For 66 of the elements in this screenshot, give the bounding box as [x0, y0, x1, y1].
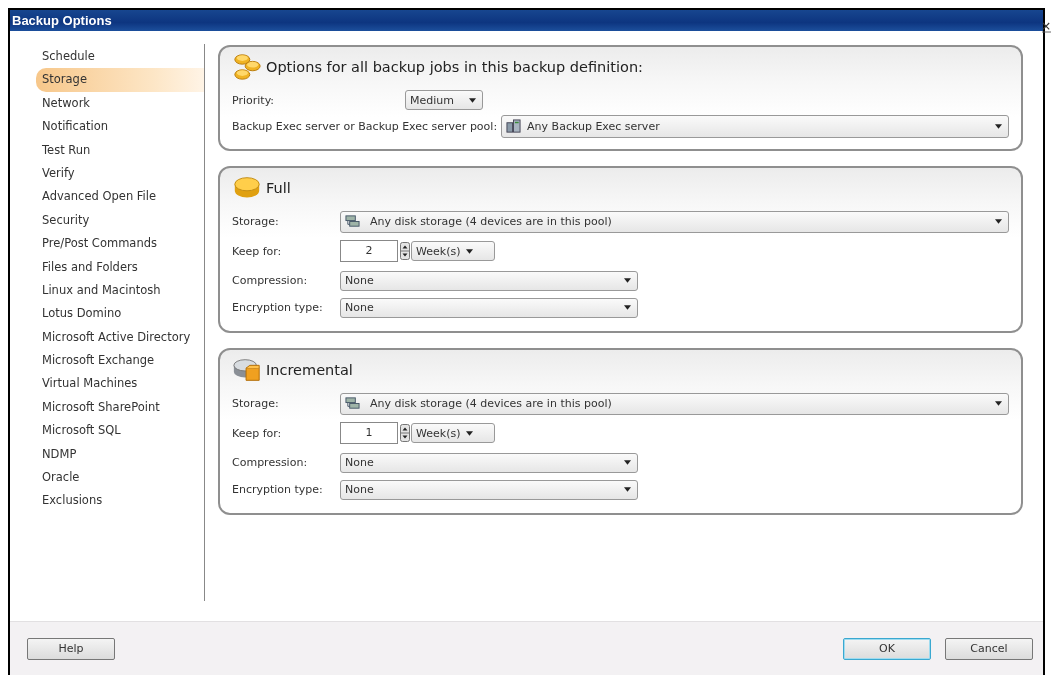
field-label: Storage:	[232, 215, 280, 228]
field-label: Backup Exec server or Backup Exec server pool:	[232, 119, 498, 133]
number-field[interactable]: 2	[340, 240, 398, 262]
sidebar-item[interactable]: Oracle	[10, 466, 204, 490]
field-label: Keep for:	[232, 426, 283, 440]
sidebar-item[interactable]: Advanced Open File	[10, 185, 204, 209]
unit-dropdown[interactable]: Week(s)	[411, 241, 495, 261]
priority-dropdown[interactable]: Medium	[405, 90, 484, 110]
help-button[interactable]: Help	[27, 637, 115, 660]
caret-icon	[624, 278, 631, 283]
sidebar-item[interactable]: NDMP	[10, 442, 204, 467]
sidebar-item[interactable]: Network	[10, 91, 204, 116]
storage-dropdown[interactable]: Any disk storage (4 devices are in this pool)	[340, 210, 1009, 233]
encryption-dropdown[interactable]: None	[340, 297, 638, 318]
sidebar-item[interactable]: Exclusions	[10, 489, 204, 513]
field-label: Keep for:	[232, 244, 283, 258]
storage-dropdown[interactable]: Any disk storage (4 devices are in this pool)	[340, 392, 1009, 415]
caret-icon	[995, 123, 1002, 129]
field-label: Storage:	[232, 397, 280, 410]
sidebar-item[interactable]: Security	[10, 208, 204, 233]
sidebar-item[interactable]: Microsoft Active Directory	[10, 325, 204, 350]
encryption-dropdown[interactable]: None	[340, 479, 638, 500]
sidebar-item[interactable]: Files and Folders	[10, 255, 204, 279]
sidebar-item[interactable]: Test Run	[10, 138, 204, 162]
sidebar-item[interactable]: Microsoft SQL	[10, 419, 204, 443]
field-label: Encryption type:	[232, 483, 324, 496]
compression-dropdown[interactable]: None	[340, 270, 638, 291]
panel-title: Full	[266, 180, 291, 196]
server-icon	[506, 118, 522, 134]
window-title: Backup Options	[12, 13, 112, 28]
sidebar-item[interactable]: Storage	[36, 68, 204, 92]
sidebar-item[interactable]: Microsoft SharePoint	[10, 395, 204, 420]
caret-icon	[624, 305, 631, 310]
sidebar-item[interactable]: Virtual Machines	[10, 372, 204, 396]
sidebar-item[interactable]: Linux and Macintosh	[10, 278, 204, 303]
caret-icon	[466, 248, 474, 254]
sidebar-item[interactable]: Schedule	[10, 45, 204, 69]
server-dropdown[interactable]: Any Backup Exec server	[501, 114, 1009, 138]
sidebar-item[interactable]: Verify	[10, 161, 204, 186]
panel-title: Options for all backup jobs in this backup definition:	[266, 59, 643, 75]
storage-icon	[345, 214, 360, 229]
caret-icon	[995, 219, 1002, 224]
sidebar-item[interactable]: Notification	[10, 115, 204, 139]
coins-stack-icon	[232, 52, 262, 82]
field-label: Compression:	[232, 274, 309, 287]
panel-title: Incremental	[266, 362, 353, 378]
field-label: Encryption type:	[232, 301, 324, 314]
caret-icon	[466, 430, 474, 436]
caret-icon	[624, 487, 631, 492]
ok-button[interactable]: OK	[843, 637, 931, 660]
sidebar-item[interactable]: Lotus Domino	[10, 302, 204, 326]
caret-icon	[995, 401, 1002, 406]
unit-dropdown[interactable]: Week(s)	[411, 423, 495, 443]
field-label: Compression:	[232, 456, 309, 469]
caret-icon	[624, 460, 631, 465]
field-label: Priority:	[232, 93, 275, 107]
sidebar-item[interactable]: Pre/Post Commands	[10, 232, 204, 256]
storage-icon	[345, 396, 360, 411]
caret-icon	[469, 97, 477, 103]
number-field[interactable]: 1	[340, 422, 398, 444]
close-icon[interactable]	[1042, 22, 1051, 33]
spinner-icon[interactable]	[400, 242, 410, 260]
sidebar-item[interactable]: Microsoft Exchange	[10, 349, 204, 373]
cancel-button[interactable]: Cancel	[945, 637, 1033, 660]
spinner-icon[interactable]	[400, 424, 410, 442]
compression-dropdown[interactable]: None	[340, 452, 638, 473]
